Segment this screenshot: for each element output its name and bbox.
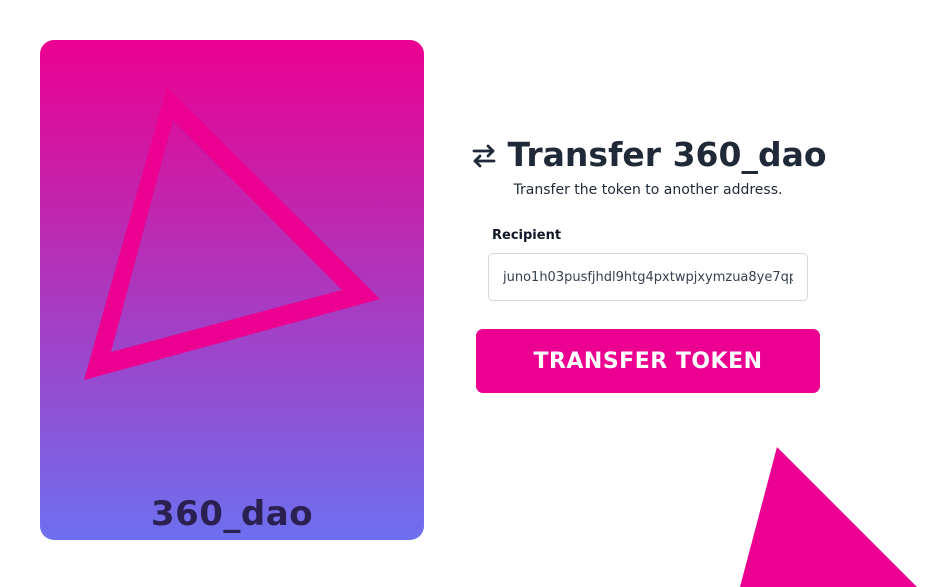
transfer-token-button[interactable]: TRANSFER TOKEN: [476, 329, 820, 393]
page-subtitle: Transfer the token to another address.: [513, 182, 783, 198]
recipient-label: Recipient: [492, 228, 562, 243]
triangle-artwork: [84, 87, 380, 380]
transfer-panel: Transfer 360_dao Transfer the token to a…: [472, 132, 827, 393]
swap-arrows-icon: [470, 142, 498, 170]
corner-triangle-decoration: [740, 447, 917, 587]
page-title: Transfer 360_dao: [507, 134, 827, 174]
title-row: Transfer 360_dao: [472, 132, 827, 176]
recipient-input[interactable]: [488, 253, 808, 301]
nft-name: 360_dao: [150, 494, 314, 534]
nft-card: 360_dao: [40, 40, 424, 540]
